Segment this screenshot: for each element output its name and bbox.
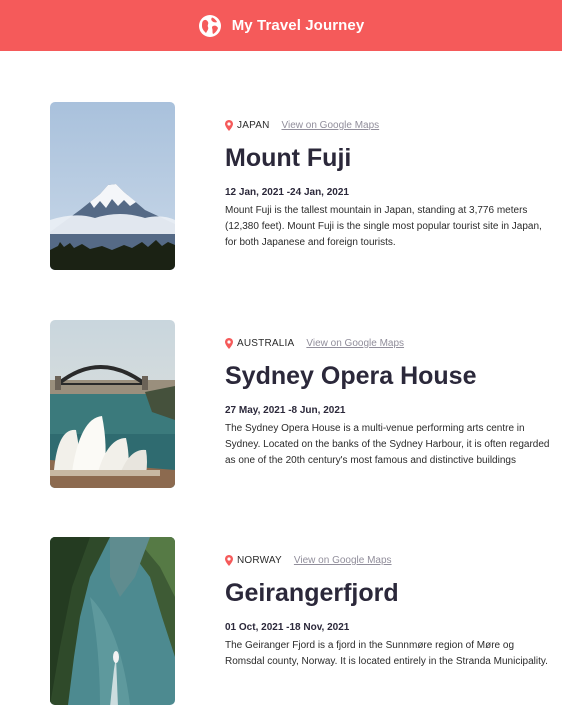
entry-dates: 27 May, 2021 -8 Jun, 2021 xyxy=(225,405,346,416)
entry-country: NORWAY xyxy=(237,555,282,566)
journal-entry: JAPAN View on Google Maps Mount Fuji 12 … xyxy=(50,102,560,272)
journal-entry: AUSTRALIA View on Google Maps Sydney Ope… xyxy=(50,320,560,490)
location-row: AUSTRALIA View on Google Maps xyxy=(225,338,404,349)
entry-description: Mount Fuji is the tallest mountain in Ja… xyxy=(225,205,542,248)
app-title: My Travel Journey xyxy=(231,17,365,34)
entry-description: The Sydney Opera House is a multi-venue … xyxy=(225,423,550,466)
entry-photo-geirangerfjord xyxy=(50,537,175,705)
location-pin-icon xyxy=(225,338,233,349)
entry-title: Geirangerfjord xyxy=(225,579,399,607)
entry-photo-mount-fuji xyxy=(50,102,175,270)
entry-title: Sydney Opera House xyxy=(225,362,477,390)
view-on-google-maps-link[interactable]: View on Google Maps xyxy=(294,555,392,566)
entry-title: Mount Fuji xyxy=(225,144,352,172)
entry-country: AUSTRALIA xyxy=(237,338,295,349)
location-pin-icon xyxy=(225,555,233,566)
location-pin-icon xyxy=(225,120,233,131)
entry-description: The Geiranger Fjord is a fjord in the Su… xyxy=(225,640,548,667)
view-on-google-maps-link[interactable]: View on Google Maps xyxy=(282,120,380,131)
view-on-google-maps-link[interactable]: View on Google Maps xyxy=(306,338,404,349)
entry-dates: 12 Jan, 2021 -24 Jan, 2021 xyxy=(225,187,349,198)
journal-entry: NORWAY View on Google Maps Geirangerfjor… xyxy=(50,537,560,712)
app-header: My Travel Journey xyxy=(0,0,562,51)
location-row: NORWAY View on Google Maps xyxy=(225,555,392,566)
globe-icon xyxy=(198,14,222,38)
entry-country: JAPAN xyxy=(237,120,270,131)
entry-photo-sydney-opera-house xyxy=(50,320,175,488)
location-row: JAPAN View on Google Maps xyxy=(225,120,379,131)
entry-dates: 01 Oct, 2021 -18 Nov, 2021 xyxy=(225,622,350,633)
